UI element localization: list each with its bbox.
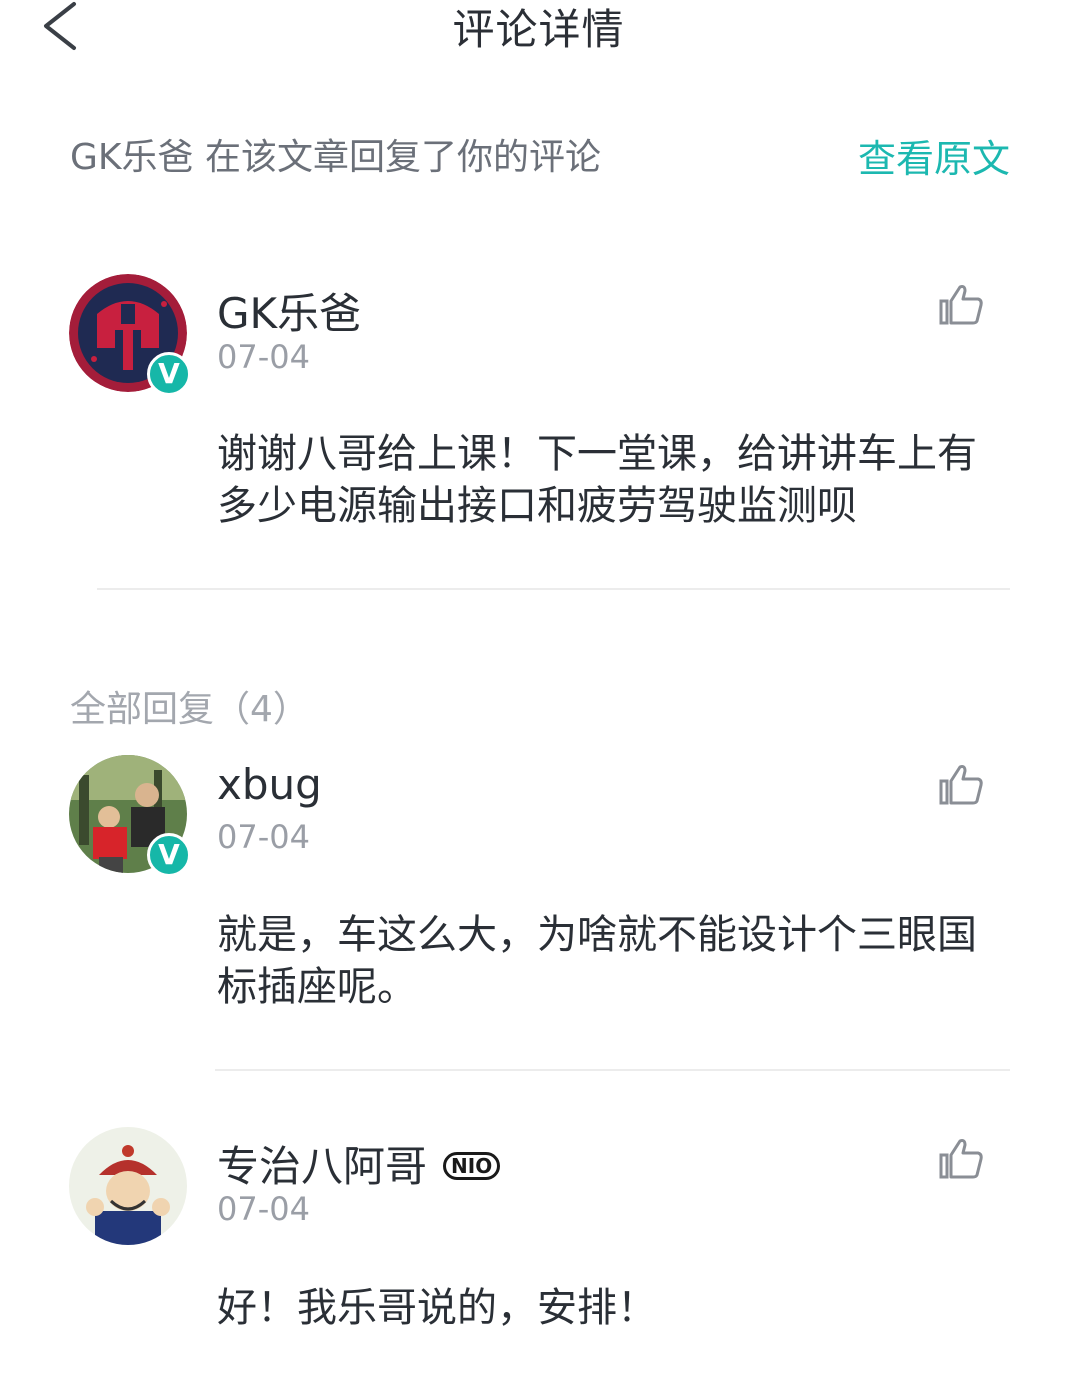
comment-date: 07-04 xyxy=(217,338,310,376)
avatar-gk[interactable]: V xyxy=(69,274,191,396)
reply-author[interactable]: xbug xyxy=(217,760,322,809)
avatar-image xyxy=(69,1127,187,1245)
thumbs-up-icon xyxy=(939,765,983,805)
page-title: 评论详情 xyxy=(452,5,625,54)
reply-text: 就是，车这么大，为啥就不能设计个三眼国标插座呢。 xyxy=(217,912,977,1010)
thumbs-up-icon xyxy=(939,1139,983,1179)
thumbs-up-icon xyxy=(939,285,983,325)
divider xyxy=(97,588,1010,590)
avatar-xbug[interactable]: V xyxy=(69,755,191,877)
like-button[interactable] xyxy=(938,763,984,807)
comment-text: 谢谢八哥给上课！下一堂课，给讲讲车上有多少电源输出接口和疲劳驾驶监测呗 xyxy=(217,431,977,529)
nio-badge: NIO xyxy=(443,1151,501,1180)
like-button[interactable] xyxy=(938,283,984,327)
cartoon-qing-official-avatar-icon xyxy=(69,1127,187,1245)
comment-author[interactable]: GK乐爸 xyxy=(217,280,361,341)
reply-date: 07-04 xyxy=(217,1190,310,1228)
view-original-link[interactable]: 查看原文 xyxy=(858,128,1010,183)
verified-badge: V xyxy=(147,352,191,396)
reply-author-row: 专治八阿哥 NIO xyxy=(217,1133,501,1194)
avatar-zhuanzhi[interactable] xyxy=(69,1127,187,1245)
reply-date: 07-04 xyxy=(217,818,310,856)
reply-notice-text: GK乐爸 在该文章回复了你的评论 xyxy=(70,137,601,178)
reply-text: 好！我乐哥说的，安排！ xyxy=(217,1285,657,1331)
like-button[interactable] xyxy=(938,1137,984,1181)
replies-section-title: 全部回复（4） xyxy=(70,689,309,730)
verified-badge: V xyxy=(147,833,191,877)
nav-bar: 评论详情 xyxy=(0,0,1077,60)
divider xyxy=(215,1069,1010,1071)
reply-author[interactable]: 专治八阿哥 xyxy=(217,1142,427,1191)
